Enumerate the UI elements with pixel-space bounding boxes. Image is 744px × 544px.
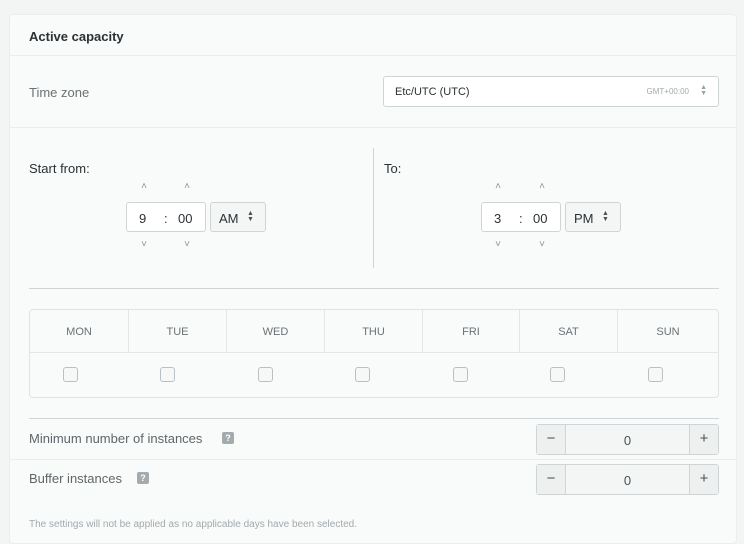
start-time-input[interactable]: 9 : 00 <box>126 202 206 232</box>
section-divider <box>29 288 719 289</box>
help-icon[interactable]: ? <box>222 432 234 444</box>
day-name: THU <box>362 326 385 338</box>
buffer-instances-decrement-button[interactable]: − <box>537 465 566 494</box>
start-minute[interactable]: 00 <box>178 211 192 226</box>
timezone-value: Etc/UTC (UTC) <box>395 86 470 98</box>
day-header-sun: SUN <box>618 310 718 353</box>
buffer-instances-row: Buffer instances ? − 0 + <box>10 459 736 499</box>
end-hour-up-icon[interactable]: ˄ <box>491 182 505 192</box>
day-checkbox-wed[interactable] <box>258 367 273 382</box>
select-arrows-icon: ▲ ▼ <box>700 84 707 97</box>
end-minute-up-icon[interactable]: ˄ <box>535 182 549 192</box>
day-name: MON <box>66 326 92 338</box>
min-instances-value[interactable]: 0 <box>567 433 688 448</box>
end-minute[interactable]: 00 <box>533 211 547 226</box>
day-checkbox-thu[interactable] <box>355 367 370 382</box>
day-name: SUN <box>656 326 680 338</box>
end-time-input[interactable]: 3 : 00 <box>481 202 561 232</box>
day-header-mon: MON <box>30 310 129 353</box>
start-meridiem-select[interactable]: AM ▲ ▼ <box>210 202 266 232</box>
time-divider <box>373 148 374 268</box>
buffer-instances-value[interactable]: 0 <box>567 473 688 488</box>
buffer-instances-stepper: − 0 + <box>536 464 719 495</box>
days-header-row: MON TUE WED THU FRI SAT SUN <box>30 310 718 353</box>
start-hour[interactable]: 9 <box>139 211 146 226</box>
end-separator: : <box>519 211 523 226</box>
start-from-label: Start from: <box>29 161 90 176</box>
to-label: To: <box>384 161 402 176</box>
start-hour-up-icon[interactable]: ˄ <box>137 182 151 192</box>
day-checkbox-mon[interactable] <box>63 367 78 382</box>
day-name: FRI <box>462 326 480 338</box>
day-name: WED <box>262 326 289 338</box>
day-checkbox-sat[interactable] <box>550 367 565 382</box>
end-hour[interactable]: 3 <box>494 211 501 226</box>
day-header-wed: WED <box>227 310 325 353</box>
day-checkbox-fri[interactable] <box>453 367 468 382</box>
panel-title: Active capacity <box>10 15 736 56</box>
help-icon[interactable]: ? <box>137 472 149 484</box>
start-separator: : <box>164 211 168 226</box>
days-table: MON TUE WED THU FRI SAT SUN <box>29 309 719 398</box>
buffer-instances-increment-button[interactable]: + <box>689 465 718 494</box>
timezone-label: Time zone <box>29 85 90 100</box>
min-instances-label: Minimum number of instances <box>29 431 203 446</box>
time-range-section: Start from: ˄ ˄ 9 : 00 AM ▲ ▼ ˅ ˅ To: ˄ ˄… <box>10 128 736 288</box>
end-meridiem-select[interactable]: PM ▲ ▼ <box>565 202 621 232</box>
min-instances-increment-button[interactable]: + <box>689 425 718 454</box>
updown-icon: ▲ ▼ <box>602 210 609 223</box>
day-header-sat: SAT <box>520 310 618 353</box>
day-header-fri: FRI <box>423 310 520 353</box>
start-minute-up-icon[interactable]: ˄ <box>180 182 194 192</box>
timezone-offset: GMT+00:00 <box>646 87 689 96</box>
active-capacity-panel: Active capacity Time zone Etc/UTC (UTC) … <box>9 14 737 544</box>
day-checkbox-tue[interactable] <box>160 367 175 382</box>
min-instances-row: Minimum number of instances ? − 0 + <box>10 419 736 459</box>
day-header-tue: TUE <box>129 310 227 353</box>
day-header-thu: THU <box>325 310 423 353</box>
end-meridiem: PM <box>574 211 594 226</box>
start-meridiem: AM <box>219 211 239 226</box>
start-minute-down-icon[interactable]: ˅ <box>180 240 194 250</box>
timezone-row: Time zone Etc/UTC (UTC) GMT+00:00 ▲ ▼ <box>10 56 736 128</box>
day-name: SAT <box>558 326 579 338</box>
end-minute-down-icon[interactable]: ˅ <box>535 240 549 250</box>
day-name: TUE <box>166 326 189 338</box>
start-hour-down-icon[interactable]: ˅ <box>137 240 151 250</box>
min-instances-stepper: − 0 + <box>536 424 719 455</box>
day-checkbox-sun[interactable] <box>648 367 663 382</box>
settings-warning: The settings will not be applied as no a… <box>29 519 357 530</box>
buffer-instances-label: Buffer instances <box>29 471 122 486</box>
end-hour-down-icon[interactable]: ˅ <box>491 240 505 250</box>
min-instances-decrement-button[interactable]: − <box>537 425 566 454</box>
timezone-select[interactable]: Etc/UTC (UTC) GMT+00:00 ▲ ▼ <box>383 76 719 107</box>
updown-icon: ▲ ▼ <box>247 210 254 223</box>
